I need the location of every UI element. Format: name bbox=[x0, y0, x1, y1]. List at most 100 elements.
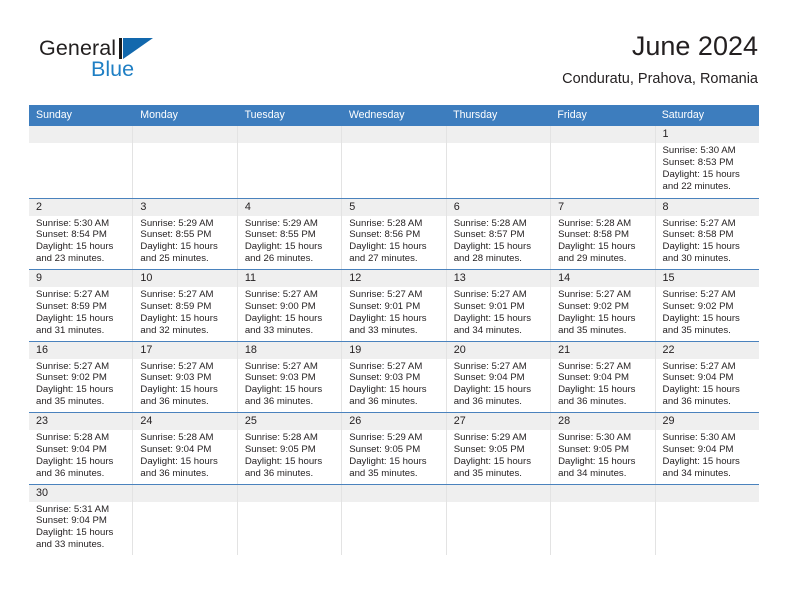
page-subtitle: Conduratu, Prahova, Romania bbox=[562, 71, 758, 87]
day-detail-line: and 35 minutes. bbox=[349, 467, 418, 479]
calendar-day-cell-empty bbox=[132, 126, 237, 198]
calendar-day-cell[interactable]: 10 Sunrise: 5:27 AM Sunset: 8:59 PM Dayligh… bbox=[132, 270, 237, 341]
general-blue-logo[interactable]: General Blue bbox=[39, 36, 229, 92]
day-detail-line: and 26 minutes. bbox=[244, 253, 314, 265]
calendar-day-cell[interactable]: 24 Sunrise: 5:28 AM Sunset: 9:04 PM Dayligh… bbox=[132, 413, 237, 484]
day-details: Sunrise: 5:27 AM Sunset: 9:02 PM Daylight:… bbox=[551, 287, 654, 337]
day-detail-line: Sunset: 9:02 PM bbox=[36, 372, 107, 384]
day-details: Sunrise: 5:27 AM Sunset: 8:59 PM Daylight:… bbox=[133, 287, 236, 337]
calendar-day-cell[interactable]: 5 Sunrise: 5:28 AM Sunset: 8:56 PM Daylight… bbox=[341, 198, 446, 269]
day-detail-line: Daylight: 15 hours bbox=[558, 312, 636, 324]
day-detail-line: Daylight: 15 hours bbox=[662, 241, 740, 253]
calendar-day-cell[interactable]: 21 Sunrise: 5:27 AM Sunset: 9:04 PM Dayligh… bbox=[550, 341, 655, 412]
day-detail-line: Sunset: 9:05 PM bbox=[349, 443, 421, 455]
calendar-day-cell[interactable]: 25 Sunrise: 5:28 AM Sunset: 9:05 PM Dayligh… bbox=[236, 413, 342, 484]
day-details: Sunrise: 5:29 AM Sunset: 9:05 PM Daylight:… bbox=[447, 430, 550, 480]
day-number: 6 bbox=[446, 198, 551, 216]
calendar-day-cell[interactable]: 17 Sunrise: 5:27 AM Sunset: 9:03 PM Dayligh… bbox=[132, 341, 237, 412]
day-detail-line: and 33 minutes. bbox=[244, 324, 314, 336]
day-details: Sunrise: 5:31 AM Sunset: 9:04 PM Daylight:… bbox=[29, 502, 132, 552]
weekday-header-monday: Monday bbox=[140, 109, 178, 121]
day-details: Sunrise: 5:27 AM Sunset: 9:03 PM Daylight:… bbox=[133, 359, 236, 409]
calendar-table: Sunday Monday Tuesday Wednesday Thursday Frid… bbox=[29, 105, 759, 555]
day-detail-line: Sunrise: 5:28 AM bbox=[36, 432, 110, 443]
day-number: 10 bbox=[133, 270, 237, 287]
calendar-day-cell[interactable]: 20 Sunrise: 5:27 AM Sunset: 9:04 PM Dayligh… bbox=[445, 341, 551, 412]
calendar-day-cell[interactable]: 13 Sunrise: 5:27 AM Sunset: 9:01 PM Dayligh… bbox=[445, 270, 551, 341]
day-detail-line: and 23 minutes. bbox=[36, 253, 105, 265]
day-detail-line: Daylight: 15 hours bbox=[558, 455, 636, 467]
day-detail-line: Daylight: 15 hours bbox=[662, 312, 740, 324]
day-detail-line: and 30 minutes. bbox=[662, 253, 731, 265]
calendar-week-row: 1 Sunrise: 5:30 AM Sunset: 8:53 PM Daylight… bbox=[29, 126, 759, 198]
day-details: Sunrise: 5:27 AM Sunset: 8:58 PM Daylight:… bbox=[656, 216, 759, 266]
calendar-day-cell[interactable]: 23 Sunrise: 5:28 AM Sunset: 9:04 PM Dayligh… bbox=[29, 413, 133, 484]
day-details: Sunrise: 5:28 AM Sunset: 8:58 PM Daylight:… bbox=[551, 216, 654, 266]
day-details: Sunrise: 5:29 AM Sunset: 8:55 PM Daylight:… bbox=[133, 216, 236, 266]
calendar-day-cell[interactable]: 18 Sunrise: 5:27 AM Sunset: 9:03 PM Dayligh… bbox=[236, 341, 342, 412]
day-detail-line: Daylight: 15 hours bbox=[244, 384, 323, 396]
calendar-day-cell[interactable]: 29 Sunrise: 5:30 AM Sunset: 9:04 PM Dayligh… bbox=[654, 413, 759, 484]
day-detail-line: Sunrise: 5:27 AM bbox=[662, 360, 736, 372]
calendar-day-cell[interactable]: 22 Sunrise: 5:27 AM Sunset: 9:04 PM Dayligh… bbox=[654, 341, 759, 412]
day-detail-line: Daylight: 15 hours bbox=[662, 384, 740, 396]
calendar-day-cell[interactable]: 3 Sunrise: 5:29 AM Sunset: 8:55 PM Daylight… bbox=[132, 198, 237, 269]
day-detail-line: and 32 minutes. bbox=[140, 324, 209, 336]
calendar-day-cell[interactable]: 27 Sunrise: 5:29 AM Sunset: 9:05 PM Dayligh… bbox=[445, 413, 551, 484]
page-title: June 2024 bbox=[631, 31, 758, 61]
day-detail-line: Daylight: 15 hours bbox=[36, 241, 114, 253]
day-number: 19 bbox=[342, 341, 446, 359]
day-detail-line: Sunrise: 5:27 AM bbox=[244, 360, 318, 372]
day-detail-line: Daylight: 15 hours bbox=[244, 241, 323, 253]
day-detail-line: Daylight: 15 hours bbox=[453, 455, 532, 467]
weekday-header-friday: Friday bbox=[557, 109, 587, 121]
day-detail-line: Sunset: 9:03 PM bbox=[349, 372, 421, 384]
calendar-day-cell[interactable]: 12 Sunrise: 5:27 AM Sunset: 9:01 PM Dayligh… bbox=[341, 270, 446, 341]
day-detail-line: Sunrise: 5:30 AM bbox=[558, 432, 632, 443]
day-detail-line: Daylight: 15 hours bbox=[558, 241, 636, 253]
day-detail-line: Sunrise: 5:28 AM bbox=[140, 432, 214, 443]
calendar-day-cell[interactable]: 7 Sunrise: 5:28 AM Sunset: 8:58 PM Daylight… bbox=[550, 198, 655, 269]
calendar-day-cell[interactable]: 16 Sunrise: 5:27 AM Sunset: 9:02 PM Dayligh… bbox=[29, 341, 133, 413]
calendar-day-cell[interactable]: 9 Sunrise: 5:27 AM Sunset: 8:59 PM Daylight… bbox=[29, 270, 133, 341]
day-detail-line: Sunrise: 5:28 AM bbox=[453, 217, 527, 229]
calendar-day-cell[interactable]: 6 Sunrise: 5:28 AM Sunset: 8:57 PM Daylight… bbox=[445, 198, 551, 269]
calendar-day-cell[interactable]: 14 Sunrise: 5:27 AM Sunset: 9:02 PM Dayligh… bbox=[550, 270, 655, 341]
day-detail-line: Sunset: 9:03 PM bbox=[140, 372, 212, 384]
day-detail-line: Daylight: 15 hours bbox=[662, 455, 740, 467]
day-number: 5 bbox=[342, 198, 446, 216]
day-detail-line: and 36 minutes. bbox=[140, 396, 209, 408]
calendar-day-cell-empty bbox=[341, 126, 446, 198]
day-detail-line: and 36 minutes. bbox=[558, 396, 627, 408]
day-detail-line: Sunset: 9:04 PM bbox=[662, 443, 734, 455]
day-detail-line: Sunrise: 5:27 AM bbox=[662, 289, 736, 300]
day-details: Sunrise: 5:29 AM Sunset: 9:05 PM Daylight:… bbox=[342, 430, 445, 480]
calendar-day-cell-empty bbox=[236, 126, 342, 198]
calendar-day-cell[interactable]: 8 Sunrise: 5:27 AM Sunset: 8:58 PM Daylight… bbox=[654, 198, 759, 269]
day-details: Sunrise: 5:27 AM Sunset: 9:01 PM Daylight:… bbox=[447, 287, 550, 337]
day-detail-line: Sunrise: 5:28 AM bbox=[244, 432, 318, 443]
calendar-day-cell[interactable]: 4 Sunrise: 5:29 AM Sunset: 8:55 PM Daylight… bbox=[236, 198, 342, 269]
day-detail-line: and 33 minutes. bbox=[36, 539, 105, 551]
calendar-day-cell[interactable]: 11 Sunrise: 5:27 AM Sunset: 9:00 PM Dayligh… bbox=[236, 270, 342, 341]
calendar-day-cell-empty bbox=[236, 484, 342, 555]
calendar-day-cell[interactable]: 15 Sunrise: 5:27 AM Sunset: 9:02 PM Dayligh… bbox=[654, 270, 759, 341]
calendar-day-cell-empty bbox=[654, 484, 759, 555]
calendar-day-cell[interactable]: 28 Sunrise: 5:30 AM Sunset: 9:05 PM Dayligh… bbox=[550, 413, 655, 484]
day-number: 29 bbox=[655, 413, 759, 430]
weekday-header-saturday: Saturday bbox=[661, 109, 705, 121]
day-detail-line: and 36 minutes. bbox=[453, 396, 522, 408]
day-number bbox=[237, 484, 342, 502]
day-details: Sunrise: 5:28 AM Sunset: 9:04 PM Daylight:… bbox=[29, 430, 132, 480]
day-number bbox=[133, 484, 237, 502]
calendar-day-cell[interactable]: 19 Sunrise: 5:27 AM Sunset: 9:03 PM Dayligh… bbox=[341, 341, 446, 412]
day-detail-line: and 22 minutes. bbox=[662, 180, 731, 192]
day-number: 9 bbox=[29, 270, 133, 287]
calendar-day-cell[interactable]: 2 Sunrise: 5:30 AM Sunset: 8:54 PM Daylight… bbox=[29, 198, 133, 270]
day-detail-line: Sunset: 9:02 PM bbox=[662, 300, 734, 312]
calendar-day-cell[interactable]: 1 Sunrise: 5:30 AM Sunset: 8:53 PM Daylight… bbox=[654, 126, 759, 198]
calendar-page: General Blue June 2024 Conduratu, Prahov… bbox=[0, 0, 792, 612]
calendar-day-cell[interactable]: 26 Sunrise: 5:29 AM Sunset: 9:05 PM Dayligh… bbox=[341, 413, 446, 484]
calendar-day-cell-empty bbox=[550, 484, 655, 555]
calendar-day-cell[interactable]: 30 Sunrise: 5:31 AM Sunset: 9:04 PM Dayligh… bbox=[29, 484, 133, 556]
